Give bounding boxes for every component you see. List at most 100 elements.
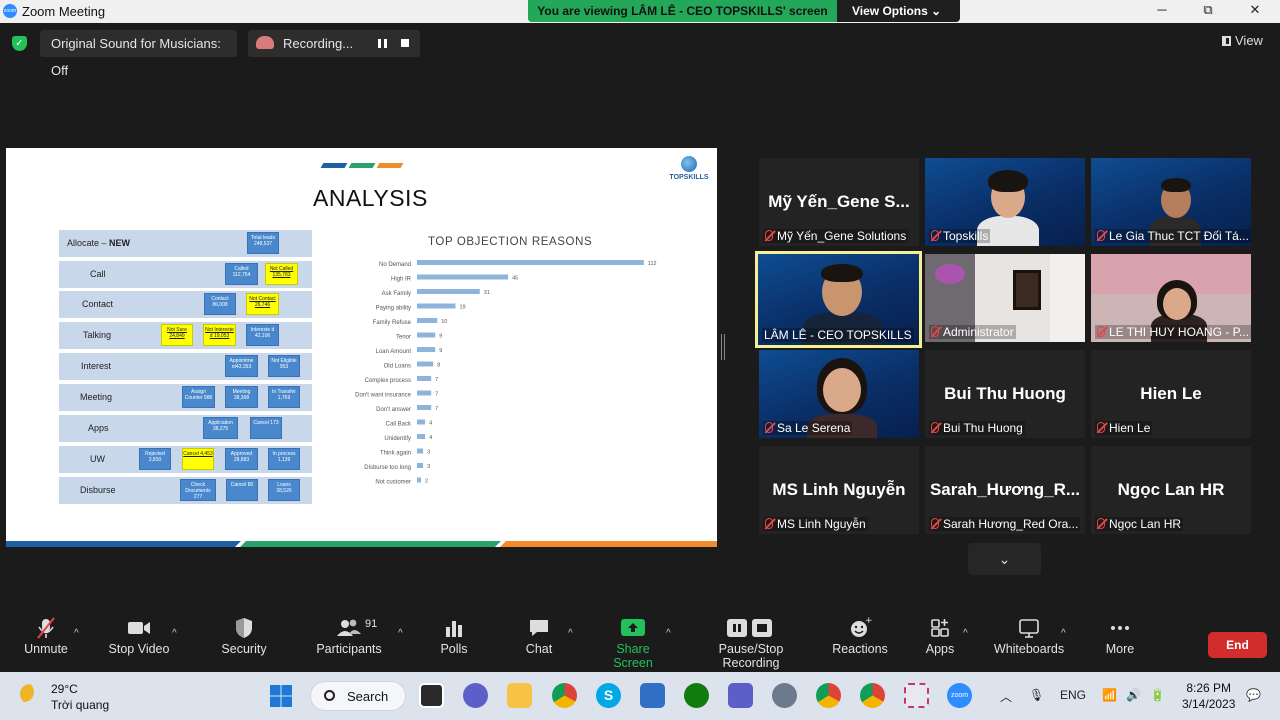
view-options-button[interactable]: View Options ⌄ [852, 0, 941, 22]
bar-value-label: 10 [441, 319, 447, 325]
participant-tile[interactable]: Ngọc Lan HR Ngọc Lan HR [1091, 446, 1251, 534]
participants-button[interactable]: 91 Participants [314, 616, 384, 656]
bar [417, 463, 424, 468]
bar-category-label: No Demand [379, 262, 411, 268]
stop-recording-icon[interactable] [401, 39, 409, 47]
search-icon [324, 690, 335, 701]
volume-icon[interactable]: 🔊 [1126, 688, 1141, 702]
viewing-banner-text: You are viewing LÂM LÊ - CEO TOPSKILLS' … [528, 0, 837, 22]
search-label: Search [347, 689, 389, 704]
audio-options-caret[interactable]: ^ [74, 628, 79, 639]
bar-category-label: Don't answer [376, 407, 411, 413]
weather-moon-icon[interactable] [20, 684, 40, 704]
tray-overflow-chevron-icon[interactable]: ︿ [1000, 688, 1012, 705]
funnel-box-not-sure: Not Sure 24,849 [161, 324, 193, 346]
app-icon[interactable] [640, 683, 665, 708]
task-view-icon[interactable] [419, 683, 444, 708]
maximize-button[interactable]: ⧉ [1198, 2, 1218, 18]
participant-tile[interactable]: Le Gia Thuc TCT Đối Tá... [1091, 158, 1251, 246]
participants-options-caret[interactable]: ^ [398, 628, 403, 639]
minimize-button[interactable]: ─ [1152, 2, 1172, 17]
bar-value-label: 45 [512, 276, 518, 282]
pause-recording-icon[interactable] [378, 39, 387, 48]
file-explorer-icon[interactable] [507, 683, 532, 708]
bar-value-label: 3 [427, 450, 430, 456]
participant-big-name: Sarah_Hương_R... [929, 480, 1081, 499]
whiteboards-options-caret[interactable]: ^ [1061, 628, 1066, 639]
wifi-icon[interactable]: 📶 [1102, 688, 1117, 702]
xbox-icon[interactable] [684, 683, 709, 708]
participant-tile[interactable]: Administrator [925, 254, 1085, 342]
microphone-tray-icon[interactable]: 🎙 [1029, 688, 1044, 702]
encryption-shield-icon[interactable]: ✓ [12, 36, 27, 51]
panel-resize-handle[interactable] [721, 334, 725, 360]
bar [417, 405, 432, 410]
input-language[interactable]: ENG [1060, 688, 1086, 702]
polls-button[interactable]: Polls [437, 616, 471, 656]
participant-tile[interactable]: Topskills [925, 158, 1085, 246]
chrome-icon[interactable] [816, 683, 841, 708]
bar-category-label: Think again [380, 451, 411, 457]
objection-bar-chart: No Demand 112 High IR 45 Ask Family 31 Paying … [355, 260, 657, 486]
whiteboards-button[interactable]: Whiteboards [992, 616, 1066, 656]
participant-tile[interactable]: Hien Le Hien Le [1091, 350, 1251, 438]
windows-start-icon[interactable] [269, 684, 293, 708]
participant-tile[interactable]: LE THI HUY HOANG - P... [1091, 254, 1251, 342]
funnel-box-appointment: Appointme nt43,353 [225, 355, 258, 377]
active-speaker-tile[interactable]: LÂM LÊ - CEO TOPSKILLS [755, 251, 922, 348]
participant-name: Mỹ Yến_Gene Solutions [763, 229, 909, 243]
apps-options-caret[interactable]: ^ [963, 628, 968, 639]
participant-name: Hien Le [1095, 421, 1153, 435]
skype-icon[interactable]: S [596, 683, 621, 708]
end-meeting-button[interactable]: End [1208, 632, 1267, 658]
funnel-box-called: Called 112,754 [225, 263, 258, 285]
teams-chat-icon[interactable] [463, 683, 488, 708]
apps-button[interactable]: Apps [922, 616, 958, 656]
share-screen-icon [621, 619, 645, 636]
participant-tile[interactable]: MS Linh Nguyễn MS Linh Nguyễn [759, 446, 919, 534]
participant-tile[interactable]: Sarah_Hương_R... Sarah Hương_Red Ora... [925, 446, 1085, 534]
original-sound-toggle[interactable]: Original Sound for Musicians: Off [40, 30, 237, 78]
snipping-tool-icon[interactable] [904, 683, 929, 708]
participant-name: Sa Le Serena [763, 421, 853, 435]
bar-category-label: Loan Amount [376, 349, 412, 355]
chrome-icon[interactable] [860, 683, 885, 708]
whiteboard-icon [1019, 619, 1039, 638]
share-screen-button[interactable]: Share Screen [595, 616, 671, 670]
funnel-box-interested: Intereste d 42,106 [246, 324, 279, 346]
chrome-icon[interactable] [552, 683, 577, 708]
chat-button[interactable]: Chat [522, 616, 556, 656]
bar-value-label: 7 [435, 392, 438, 398]
pause-stop-recording-button[interactable]: Pause/Stop Recording [689, 616, 813, 670]
video-options-caret[interactable]: ^ [172, 628, 177, 639]
participant-tile[interactable]: Bui Thu Huong Bui Thu Huong [925, 350, 1085, 438]
system-clock[interactable]: 8:26 PM 3/14/2023 [1182, 680, 1235, 712]
bar-value-label: 8 [437, 363, 440, 369]
notification-icon[interactable]: 💬 [1246, 688, 1261, 702]
teams-icon[interactable] [728, 683, 753, 708]
muted-mic-icon [1097, 422, 1105, 433]
stop-video-button[interactable]: Stop Video [104, 616, 174, 656]
chat-options-caret[interactable]: ^ [568, 628, 573, 639]
view-button[interactable]: View [1222, 33, 1263, 48]
zoom-app-icon[interactable]: zoom [947, 683, 972, 708]
funnel-box-contact: Contact 86,008 [204, 293, 236, 315]
unmute-button[interactable]: Unmute [22, 616, 70, 656]
participant-tile[interactable]: Mỹ Yến_Gene S... Mỹ Yến_Gene Solutions [759, 158, 919, 246]
settings-gear-icon[interactable] [772, 683, 797, 708]
bar [417, 289, 480, 294]
taskbar-search[interactable]: Search [310, 681, 406, 711]
funnel-row-label-bold: NEW [109, 238, 131, 248]
svg-text:+: + [865, 616, 872, 626]
security-button[interactable]: Security [218, 616, 270, 656]
battery-icon[interactable]: 🔋 [1150, 688, 1165, 702]
participant-name: Sarah Hương_Red Ora... [929, 517, 1081, 531]
share-options-caret[interactable]: ^ [666, 628, 671, 639]
muted-mic-icon [931, 518, 939, 529]
more-button[interactable]: More [1103, 616, 1137, 656]
reactions-button[interactable]: + Reactions [831, 616, 889, 656]
weather-widget[interactable]: 29°C Trời quang [51, 681, 109, 713]
participant-tile[interactable]: Sa Le Serena [759, 350, 919, 438]
next-page-chevron-down-icon[interactable]: ⌄ [968, 543, 1041, 575]
close-window-button[interactable]: ✕ [1245, 2, 1265, 18]
